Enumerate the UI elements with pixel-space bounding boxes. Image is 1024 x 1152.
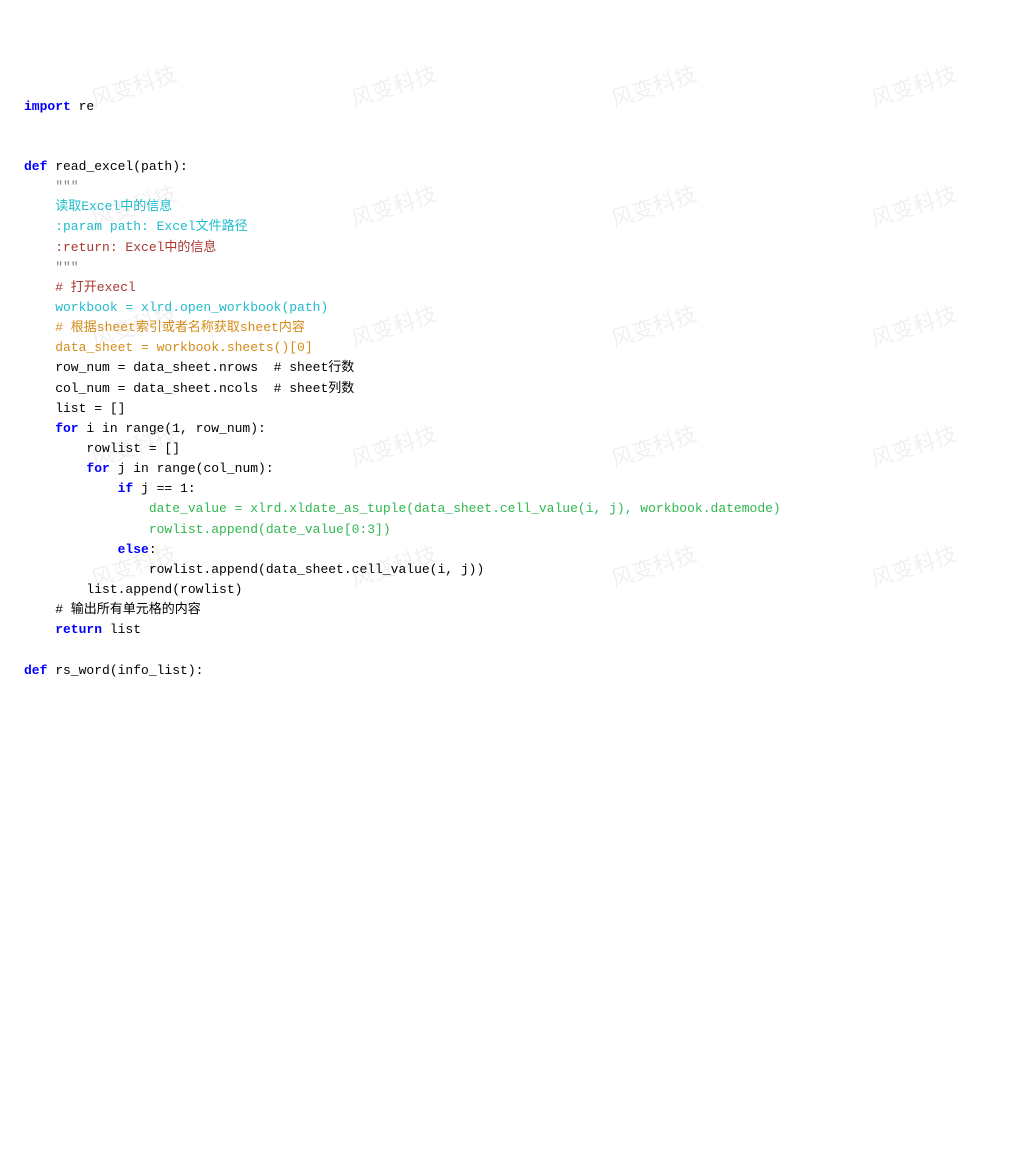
triple-quote-open: """ <box>24 179 79 194</box>
comment-col-num: # sheet列数 <box>274 381 355 396</box>
keyword-def-2: def <box>24 663 47 678</box>
code-block: import re def read_excel(path): """ 读取Ex… <box>24 97 1000 681</box>
line-row-num: row_num = data_sheet.nrows <box>24 360 274 375</box>
line-list-append: list.append(rowlist) <box>24 582 242 597</box>
line-rowlist-init: rowlist = [] <box>24 441 180 456</box>
comment-row-num: # sheet行数 <box>274 360 355 375</box>
line-date-value: date_value = xlrd.xldate_as_tuple(data_s… <box>24 501 781 516</box>
docstring-return: :return: Excel中的信息 <box>24 240 216 255</box>
triple-quote-close: """ <box>24 260 79 275</box>
comment-sheet-index: # 根据sheet索引或者名称获取sheet内容 <box>24 320 305 335</box>
if-rest: j == 1: <box>133 481 195 496</box>
module-re: re <box>71 99 94 114</box>
keyword-return: return <box>24 622 102 637</box>
docstring-line-1: 读取Excel中的信息 <box>24 199 172 214</box>
keyword-def: def <box>24 159 47 174</box>
comment-open-excel: # 打开execl <box>24 280 136 295</box>
line-col-num: col_num = data_sheet.ncols <box>24 381 274 396</box>
line-data-sheet: data_sheet = workbook.sheets()[0] <box>24 340 313 355</box>
for-inner-rest: j in range(col_num): <box>110 461 274 476</box>
keyword-import: import <box>24 99 71 114</box>
keyword-for-inner: for <box>24 461 110 476</box>
line-rowlist-append-date: rowlist.append(date_value[0:3]) <box>24 522 391 537</box>
line-list-init: list = [] <box>24 401 125 416</box>
line-workbook-open: workbook = xlrd.open_workbook(path) <box>24 300 328 315</box>
keyword-else: else <box>24 542 149 557</box>
keyword-if: if <box>24 481 133 496</box>
else-colon: : <box>149 542 157 557</box>
line-rowlist-append-cell: rowlist.append(data_sheet.cell_value(i, … <box>24 562 484 577</box>
docstring-line-2: :param path: Excel文件路径 <box>24 219 248 234</box>
keyword-for-outer: for <box>24 421 79 436</box>
comment-output-all: # 输出所有单元格的内容 <box>24 602 201 617</box>
func-read-excel: read_excel(path): <box>47 159 187 174</box>
func-rs-word: rs_word(info_list): <box>47 663 203 678</box>
return-rest: list <box>102 622 141 637</box>
for-outer-rest: i in range(1, row_num): <box>79 421 266 436</box>
